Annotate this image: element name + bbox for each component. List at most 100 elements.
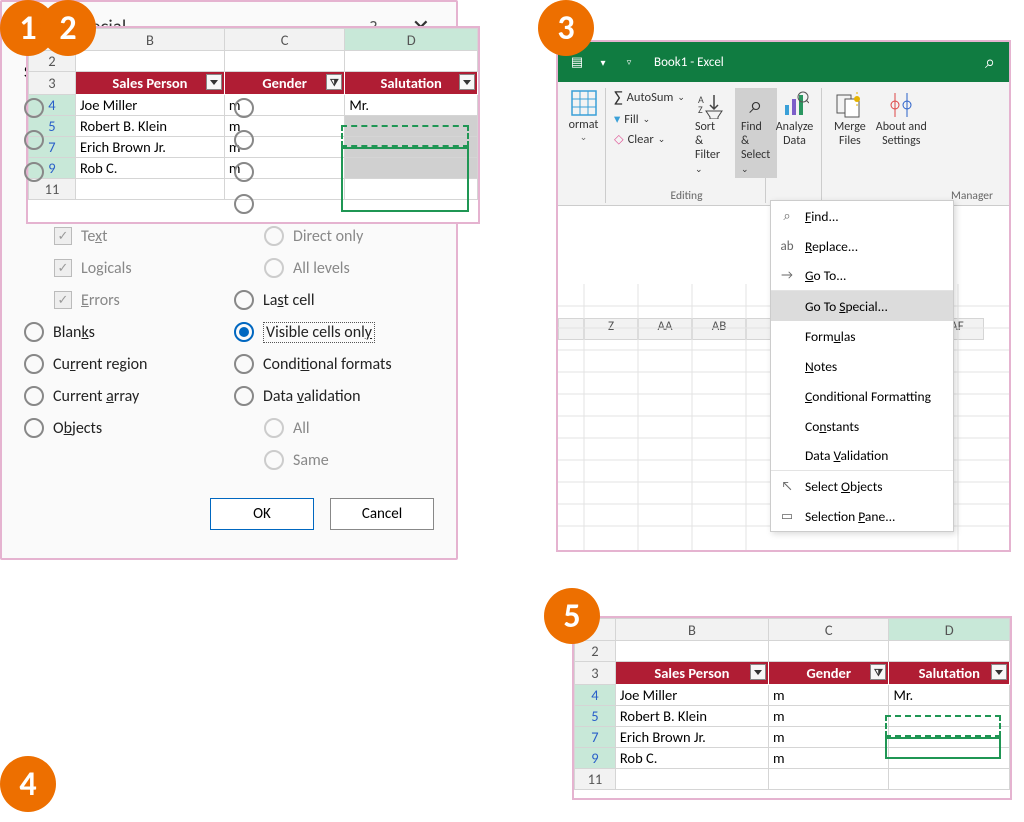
- option-alllevels: All levels: [234, 252, 434, 284]
- row-header[interactable]: 11: [575, 769, 616, 790]
- menu-icon: ab: [779, 239, 795, 254]
- table-header-gender[interactable]: Gender ⧩: [769, 662, 889, 685]
- option-cregion[interactable]: Current region: [24, 348, 224, 380]
- table-header-salutation[interactable]: Salutation: [889, 662, 1010, 685]
- cell[interactable]: Robert B. Klein: [75, 116, 224, 137]
- col-header-B[interactable]: B: [75, 29, 224, 51]
- col-header-D[interactable]: D: [889, 619, 1010, 641]
- row-header[interactable]: 3: [575, 662, 616, 685]
- sort-filter-button[interactable]: AZ Sort & Filter ⌄: [691, 88, 729, 178]
- cell[interactable]: Mr.: [889, 685, 1010, 706]
- marquee-copy-border: [885, 715, 1001, 737]
- option-carray[interactable]: Current array: [24, 380, 224, 412]
- menu-item[interactable]: abReplace...: [771, 231, 953, 261]
- col-header-B[interactable]: B: [615, 619, 768, 641]
- menu-icon: ▭: [779, 509, 795, 524]
- merge-files-button[interactable]: Merge Files: [830, 88, 870, 150]
- menu-icon: ⌕: [779, 209, 795, 224]
- format-label[interactable]: ormat: [569, 118, 599, 132]
- table-header-salesperson[interactable]: Sales Person: [615, 662, 768, 685]
- step-badge-5: 5: [544, 588, 600, 644]
- step-badge-3: 3: [538, 0, 594, 56]
- titlebar: ▤ ▾ ▿ Book1 - Excel ⌕: [558, 42, 1009, 82]
- row-header[interactable]: 7: [575, 727, 616, 748]
- option-condfmt[interactable]: Conditional formats: [234, 348, 434, 380]
- table-header-salesperson[interactable]: Sales Person: [75, 72, 224, 95]
- ribbon: ormat ⌄ ∑AutoSum⌄ ▾Fill⌄ ◇Clear⌄: [558, 82, 1009, 206]
- menu-item[interactable]: Conditional Formatting: [771, 381, 953, 411]
- cell[interactable]: Erich Brown Jr.: [75, 137, 224, 158]
- col-header-C[interactable]: C: [769, 619, 889, 641]
- filter-dropdown-icon[interactable]: [206, 74, 222, 90]
- option-lastcell[interactable]: Last cell: [234, 284, 434, 316]
- menu-item[interactable]: ▭Selection Pane...: [771, 501, 953, 531]
- menu-item[interactable]: Formulas: [771, 321, 953, 351]
- cell[interactable]: m: [769, 727, 889, 748]
- menu-item[interactable]: Notes: [771, 351, 953, 381]
- col-header-C[interactable]: C: [224, 29, 344, 51]
- option-text[interactable]: ✓Text: [24, 220, 224, 252]
- menu-icon: →: [779, 268, 795, 283]
- row-header[interactable]: 3: [29, 72, 76, 95]
- option-same: Same: [234, 444, 434, 476]
- filter-active-icon[interactable]: ⧩: [326, 74, 342, 90]
- table-header-salutation[interactable]: Salutation: [345, 72, 478, 95]
- panel-1-filtered-sheet: B C D 2 3 Sales Person Gender ⧩ Sal: [26, 26, 480, 224]
- menu-item[interactable]: Go To Special...: [771, 291, 953, 321]
- search-icon[interactable]: ⌕: [980, 52, 1000, 72]
- find-select-menu: ⌕Find...abReplace...→Go To...Go To Speci…: [770, 200, 954, 532]
- menu-item[interactable]: ↖Select Objects: [771, 471, 953, 501]
- filter-dropdown-icon[interactable]: [459, 74, 475, 90]
- cell[interactable]: Rob C.: [75, 158, 224, 179]
- menu-icon: ↖: [779, 479, 795, 494]
- cancel-button[interactable]: Cancel: [330, 498, 434, 530]
- step-badge-4: 4: [0, 756, 56, 812]
- filter-dropdown-icon[interactable]: [750, 664, 766, 680]
- option-dataval[interactable]: Data validation: [234, 380, 434, 412]
- option-errors[interactable]: ✓Errors: [24, 284, 224, 316]
- panel-5-sheet: B C D 2 3 Sales Person Gender ⧩ Sal: [572, 616, 1012, 800]
- option-all: All: [234, 412, 434, 444]
- option-blanks[interactable]: Blanks: [24, 316, 224, 348]
- filter-active-icon[interactable]: ⧩: [870, 664, 886, 680]
- cell[interactable]: Joe Miller: [615, 685, 768, 706]
- row-header[interactable]: 2: [575, 641, 616, 662]
- qat-overflow-icon[interactable]: ▿: [619, 52, 639, 72]
- option-objects[interactable]: Objects: [24, 412, 224, 444]
- analyze-data-button[interactable]: Analyze Data: [772, 88, 818, 150]
- option-direct: Direct only: [234, 220, 434, 252]
- qat-dropdown-icon[interactable]: ▾: [593, 52, 613, 72]
- cell-selected[interactable]: [345, 158, 478, 179]
- cell[interactable]: Joe Miller: [75, 95, 224, 116]
- format-icon[interactable]: [569, 88, 599, 118]
- cell[interactable]: [889, 748, 1010, 769]
- row-header[interactable]: 5: [575, 706, 616, 727]
- autosum-button[interactable]: ∑AutoSum⌄: [614, 88, 685, 107]
- row-header[interactable]: 4: [575, 685, 616, 706]
- panel-3-ribbon: ▤ ▾ ▿ Book1 - Excel ⌕ ormat ⌄ ∑AutoSum⌄: [556, 40, 1011, 552]
- ok-button[interactable]: OK: [210, 498, 314, 530]
- cell[interactable]: Erich Brown Jr.: [615, 727, 768, 748]
- col-header-D[interactable]: D: [345, 29, 478, 51]
- menu-item[interactable]: Constants: [771, 411, 953, 441]
- marquee-copy-border: [341, 125, 469, 147]
- menu-item[interactable]: Data Validation: [771, 441, 953, 471]
- cell[interactable]: m: [769, 706, 889, 727]
- cell[interactable]: m: [769, 748, 889, 769]
- option-visible[interactable]: Visible cells only: [234, 316, 434, 348]
- cell[interactable]: m: [769, 685, 889, 706]
- cell[interactable]: Robert B. Klein: [615, 706, 768, 727]
- menu-item[interactable]: →Go To...: [771, 261, 953, 291]
- step-badge-2: 2: [40, 0, 96, 56]
- fill-button[interactable]: ▾Fill⌄: [614, 111, 685, 127]
- cell[interactable]: Rob C.: [615, 748, 768, 769]
- menu-item[interactable]: ⌕Find...: [771, 201, 953, 231]
- table-header-gender[interactable]: Gender ⧩: [224, 72, 344, 95]
- document-title: Book1 - Excel: [654, 55, 724, 70]
- option-logicals[interactable]: ✓Logicals: [24, 252, 224, 284]
- about-settings-button[interactable]: About and Settings: [872, 88, 931, 150]
- clear-button[interactable]: ◇Clear⌄: [614, 131, 685, 147]
- row-header[interactable]: 9: [575, 748, 616, 769]
- filter-dropdown-icon[interactable]: [991, 664, 1007, 680]
- cell[interactable]: Mr.: [345, 95, 478, 116]
